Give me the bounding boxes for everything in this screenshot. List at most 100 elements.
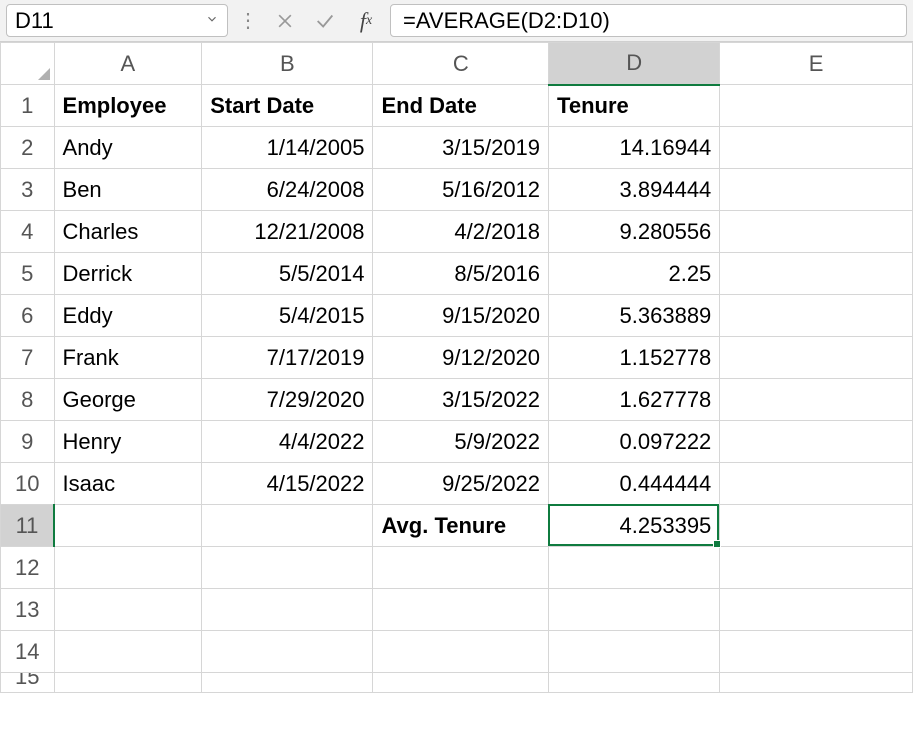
cell-A2[interactable]: Andy [54,127,202,169]
select-all-corner[interactable] [1,43,55,85]
cell-D3[interactable]: 3.894444 [549,169,720,211]
cell-B13[interactable] [202,589,373,631]
cell-A11[interactable] [54,505,202,547]
cell-B5[interactable]: 5/5/2014 [202,253,373,295]
col-header-E[interactable]: E [720,43,913,85]
cell-B12[interactable] [202,547,373,589]
col-header-C[interactable]: C [373,43,549,85]
cell-A8[interactable]: George [54,379,202,421]
row-header-2[interactable]: 2 [1,127,55,169]
cell-D14[interactable] [549,631,720,673]
cell-B10[interactable]: 4/15/2022 [202,463,373,505]
cell-C11[interactable]: Avg. Tenure [373,505,549,547]
insert-function-button[interactable]: fx [348,4,384,37]
cell-B9[interactable]: 4/4/2022 [202,421,373,463]
row-header-3[interactable]: 3 [1,169,55,211]
row-header-13[interactable]: 13 [1,589,55,631]
cell-B11[interactable] [202,505,373,547]
cell-A3[interactable]: Ben [54,169,202,211]
cell-D11[interactable]: 4.253395 [549,505,720,547]
cell-A7[interactable]: Frank [54,337,202,379]
row-header-7[interactable]: 7 [1,337,55,379]
cell-B15[interactable] [202,673,373,693]
row-header-5[interactable]: 5 [1,253,55,295]
cell-D10[interactable]: 0.444444 [549,463,720,505]
cell-A12[interactable] [54,547,202,589]
cell-A15[interactable] [54,673,202,693]
cell-E1[interactable] [720,85,913,127]
cell-B3[interactable]: 6/24/2008 [202,169,373,211]
cell-D6[interactable]: 5.363889 [549,295,720,337]
cell-A9[interactable]: Henry [54,421,202,463]
row-header-4[interactable]: 4 [1,211,55,253]
chevron-down-icon[interactable] [205,10,219,31]
col-header-A[interactable]: A [54,43,202,85]
cell-B2[interactable]: 1/14/2005 [202,127,373,169]
col-header-D[interactable]: D [549,43,720,85]
cell-C5[interactable]: 8/5/2016 [373,253,549,295]
cell-E13[interactable] [720,589,913,631]
cell-E10[interactable] [720,463,913,505]
cell-C15[interactable] [373,673,549,693]
cell-E12[interactable] [720,547,913,589]
cell-D12[interactable] [549,547,720,589]
cell-D15[interactable] [549,673,720,693]
cell-C4[interactable]: 4/2/2018 [373,211,549,253]
cell-E8[interactable] [720,379,913,421]
row-header-11[interactable]: 11 [1,505,55,547]
cell-A10[interactable]: Isaac [54,463,202,505]
cell-A6[interactable]: Eddy [54,295,202,337]
cell-C2[interactable]: 3/15/2019 [373,127,549,169]
cell-D2[interactable]: 14.16944 [549,127,720,169]
cell-B4[interactable]: 12/21/2008 [202,211,373,253]
cell-E6[interactable] [720,295,913,337]
cell-C6[interactable]: 9/15/2020 [373,295,549,337]
cell-C9[interactable]: 5/9/2022 [373,421,549,463]
cell-E11[interactable] [720,505,913,547]
cell-C13[interactable] [373,589,549,631]
cell-A4[interactable]: Charles [54,211,202,253]
cell-E2[interactable] [720,127,913,169]
cell-C1[interactable]: End Date [373,85,549,127]
row-header-14[interactable]: 14 [1,631,55,673]
cell-B8[interactable]: 7/29/2020 [202,379,373,421]
formula-input[interactable]: =AVERAGE(D2:D10) [390,4,907,37]
name-box[interactable]: D11 [6,4,228,37]
cell-C10[interactable]: 9/25/2022 [373,463,549,505]
cell-C3[interactable]: 5/16/2012 [373,169,549,211]
cell-D5[interactable]: 2.25 [549,253,720,295]
cell-A1[interactable]: Employee [54,85,202,127]
row-header-9[interactable]: 9 [1,421,55,463]
cell-B6[interactable]: 5/4/2015 [202,295,373,337]
cell-E4[interactable] [720,211,913,253]
row-header-10[interactable]: 10 [1,463,55,505]
row-header-12[interactable]: 12 [1,547,55,589]
cell-B7[interactable]: 7/17/2019 [202,337,373,379]
cell-D4[interactable]: 9.280556 [549,211,720,253]
cell-A5[interactable]: Derrick [54,253,202,295]
row-header-8[interactable]: 8 [1,379,55,421]
cell-E5[interactable] [720,253,913,295]
cancel-formula-button[interactable] [268,4,302,37]
cell-E3[interactable] [720,169,913,211]
cell-C14[interactable] [373,631,549,673]
cell-D13[interactable] [549,589,720,631]
col-header-B[interactable]: B [202,43,373,85]
row-header-1[interactable]: 1 [1,85,55,127]
cell-D1[interactable]: Tenure [549,85,720,127]
cell-D7[interactable]: 1.152778 [549,337,720,379]
spreadsheet-grid[interactable]: A B C D E 1 Employee Start Date End Date… [0,42,913,693]
cell-E15[interactable] [720,673,913,693]
row-header-15[interactable]: 15 [1,673,55,693]
cell-D9[interactable]: 0.097222 [549,421,720,463]
cell-A14[interactable] [54,631,202,673]
row-header-6[interactable]: 6 [1,295,55,337]
cell-E9[interactable] [720,421,913,463]
cell-A13[interactable] [54,589,202,631]
confirm-formula-button[interactable] [308,4,342,37]
cell-B1[interactable]: Start Date [202,85,373,127]
cell-C12[interactable] [373,547,549,589]
cell-C8[interactable]: 3/15/2022 [373,379,549,421]
cell-B14[interactable] [202,631,373,673]
cell-D8[interactable]: 1.627778 [549,379,720,421]
